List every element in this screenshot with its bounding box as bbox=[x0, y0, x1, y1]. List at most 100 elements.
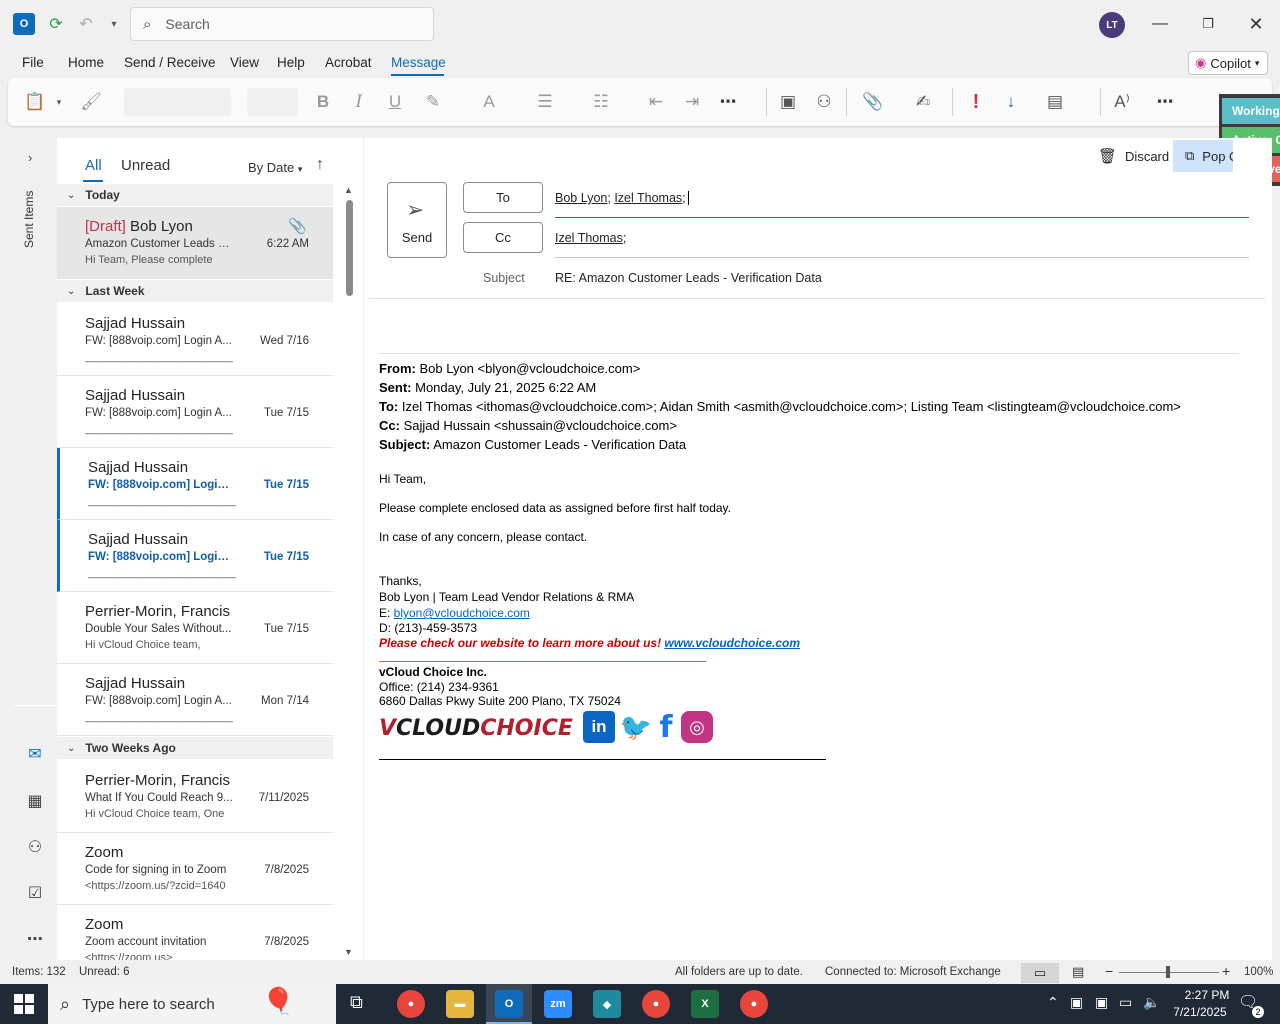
tray-overflow-icon[interactable]: ⌃ bbox=[1047, 994, 1059, 1011]
filter-unread-tab[interactable]: Unread bbox=[121, 157, 170, 174]
menu-help[interactable]: Help bbox=[277, 55, 305, 70]
calendar-icon[interactable]: ▦ bbox=[22, 788, 48, 814]
zoom-out-icon[interactable]: − bbox=[1105, 963, 1113, 979]
highlight-icon[interactable]: ✎ bbox=[420, 88, 446, 116]
avatar[interactable]: LT bbox=[1099, 12, 1125, 38]
windows-start-icon[interactable] bbox=[14, 994, 34, 1014]
cc-field[interactable]: Izel Thomas; bbox=[555, 231, 626, 245]
list-item[interactable]: Zoom Zoom account invitation 7/8/2025 <h… bbox=[57, 905, 333, 960]
facebook-icon[interactable]: f bbox=[650, 710, 682, 745]
paste-icon[interactable]: 📋 bbox=[22, 88, 48, 116]
scroll-down-icon[interactable]: ▼ bbox=[344, 947, 353, 957]
undo-icon[interactable]: ↶ bbox=[75, 13, 97, 35]
list-item[interactable]: Sajjad Hussain FW: [888voip.com] Login .… bbox=[57, 520, 333, 592]
low-importance-icon[interactable]: ↓ bbox=[1000, 88, 1022, 116]
group-header-last-week[interactable]: ⌄ Last Week bbox=[57, 280, 333, 302]
taskbar-date[interactable]: 7/21/2025 bbox=[1168, 1005, 1232, 1019]
increase-indent-icon[interactable]: ⇥ bbox=[680, 88, 704, 116]
list-item[interactable]: [Draft] Bob Lyon 📎 Amazon Customer Leads… bbox=[57, 207, 333, 279]
website-link[interactable]: www.vcloudchoice.com bbox=[664, 636, 800, 650]
restore-icon[interactable]: ❐ bbox=[1193, 10, 1223, 38]
app-taskbar-icon[interactable]: ◆ bbox=[593, 990, 621, 1018]
linkedin-icon[interactable]: in bbox=[583, 711, 615, 743]
reading-view-icon[interactable]: ▤ bbox=[1072, 964, 1084, 980]
volume-icon[interactable]: 🔈 bbox=[1143, 994, 1160, 1011]
immersive-reader-icon[interactable]: A⁾ bbox=[1110, 88, 1134, 116]
instagram-icon[interactable]: ◎ bbox=[681, 711, 713, 743]
list-item[interactable]: Sajjad Hussain FW: [888voip.com] Login A… bbox=[57, 664, 333, 736]
zoom-in-icon[interactable]: + bbox=[1222, 963, 1230, 979]
more-formatting-icon[interactable]: ⋯ bbox=[716, 88, 740, 116]
zoom-taskbar-icon[interactable]: zm bbox=[544, 990, 572, 1018]
email-link[interactable]: blyon@vcloudchoice.com bbox=[394, 606, 530, 620]
list-item[interactable]: Sajjad Hussain FW: [888voip.com] Login A… bbox=[57, 376, 333, 448]
underline-icon[interactable]: U bbox=[384, 88, 406, 116]
excel-icon[interactable]: X bbox=[691, 990, 719, 1018]
sort-by-dropdown[interactable]: By Date ▾ bbox=[248, 160, 302, 175]
paste-dropdown-icon[interactable]: ▾ bbox=[52, 88, 66, 116]
twitter-icon[interactable]: 🐦 bbox=[620, 711, 652, 743]
minimize-icon[interactable]: — bbox=[1145, 10, 1175, 38]
list-item[interactable]: Zoom Code for signing in to Zoom 7/8/202… bbox=[57, 833, 333, 905]
zoom-slider-thumb[interactable] bbox=[1166, 966, 1170, 978]
task-view-icon[interactable]: ⧉ bbox=[350, 992, 363, 1013]
italic-icon[interactable]: I bbox=[348, 88, 370, 116]
normal-view-button[interactable]: ▭ bbox=[1021, 963, 1059, 983]
to-button[interactable]: To bbox=[463, 182, 543, 213]
format-painter-icon[interactable]: 🖌 bbox=[80, 88, 102, 116]
outlook-taskbar-icon[interactable]: O bbox=[495, 990, 523, 1018]
quick-access-dropdown-icon[interactable]: ▾ bbox=[103, 13, 125, 35]
zoom-level[interactable]: 100% bbox=[1244, 966, 1273, 978]
more-apps-icon[interactable]: ⋯ bbox=[22, 926, 48, 952]
font-family-select[interactable] bbox=[124, 88, 231, 116]
menu-view[interactable]: View bbox=[230, 55, 259, 70]
tray-app-icon-2[interactable]: ▣ bbox=[1095, 994, 1108, 1011]
list-item[interactable]: Sajjad Hussain FW: [888voip.com] Login A… bbox=[57, 304, 333, 376]
check-names-icon[interactable]: ⚇ bbox=[812, 88, 836, 116]
menu-acrobat[interactable]: Acrobat bbox=[325, 55, 372, 70]
list-item[interactable]: Perrier-Morin, Francis What If You Could… bbox=[57, 761, 333, 833]
tray-app-icon[interactable]: ▣ bbox=[1070, 994, 1083, 1011]
message-list-scrollbar[interactable] bbox=[343, 186, 355, 960]
list-item[interactable]: Sajjad Hussain FW: [888voip.com] Login .… bbox=[57, 448, 333, 520]
to-field[interactable]: Bob Lyon; Izel Thomas; bbox=[555, 191, 689, 205]
apps-icon[interactable]: ▤ bbox=[1038, 88, 1072, 116]
more-options-icon[interactable]: ⋯ bbox=[1152, 88, 1178, 116]
numbering-icon[interactable]: ☷ bbox=[588, 88, 614, 116]
chrome-profile-icon[interactable]: ● bbox=[642, 990, 670, 1018]
scroll-up-icon[interactable]: ▲ bbox=[344, 185, 353, 195]
network-icon[interactable]: ▭ bbox=[1119, 994, 1132, 1011]
taskbar-time[interactable]: 2:27 PM bbox=[1175, 988, 1239, 1002]
cc-button[interactable]: Cc bbox=[463, 222, 543, 253]
menu-send-receive[interactable]: Send / Receive bbox=[124, 55, 216, 70]
current-folder-label[interactable]: Sent Items bbox=[22, 188, 50, 248]
discard-button[interactable]: 🗑 Discard bbox=[1098, 147, 1169, 165]
subject-input[interactable]: RE: Amazon Customer Leads - Verification… bbox=[555, 271, 822, 285]
recipient-chip[interactable]: Izel Thomas bbox=[614, 191, 682, 205]
font-color-icon[interactable]: A bbox=[476, 88, 502, 116]
chrome-icon[interactable]: ● bbox=[397, 990, 425, 1018]
decrease-indent-icon[interactable]: ⇤ bbox=[644, 88, 668, 116]
menu-file[interactable]: File bbox=[22, 55, 44, 70]
address-book-icon[interactable]: ▣ bbox=[776, 88, 800, 116]
recipient-chip[interactable]: Bob Lyon bbox=[555, 191, 607, 205]
file-explorer-icon[interactable]: ▬ bbox=[446, 990, 474, 1018]
sync-icon[interactable]: ⟳ bbox=[45, 13, 67, 35]
high-importance-icon[interactable]: ! bbox=[966, 88, 986, 116]
pop-out-button[interactable]: ⧉ Pop Out bbox=[1173, 140, 1233, 172]
expand-folder-pane-icon[interactable]: › bbox=[28, 150, 32, 165]
font-size-select[interactable] bbox=[247, 88, 298, 116]
copilot-button[interactable]: ◉ Copilot ▾ bbox=[1188, 51, 1268, 75]
signature-icon[interactable]: ✍ bbox=[906, 88, 940, 116]
search-input[interactable]: ⌕ Search bbox=[130, 7, 434, 41]
filter-all-tab[interactable]: All bbox=[85, 157, 102, 174]
status-working[interactable]: Working bbox=[1222, 98, 1280, 124]
tasks-icon[interactable]: ☑ bbox=[22, 880, 48, 906]
group-header-today[interactable]: ⌄ Today bbox=[57, 184, 333, 206]
bullets-icon[interactable]: ☰ bbox=[532, 88, 558, 116]
scroll-thumb[interactable] bbox=[346, 200, 353, 296]
bold-icon[interactable]: B bbox=[312, 88, 334, 116]
menu-home[interactable]: Home bbox=[68, 55, 104, 70]
recipient-chip[interactable]: Izel Thomas bbox=[555, 231, 623, 245]
send-button[interactable]: ➢ Send bbox=[387, 182, 447, 258]
